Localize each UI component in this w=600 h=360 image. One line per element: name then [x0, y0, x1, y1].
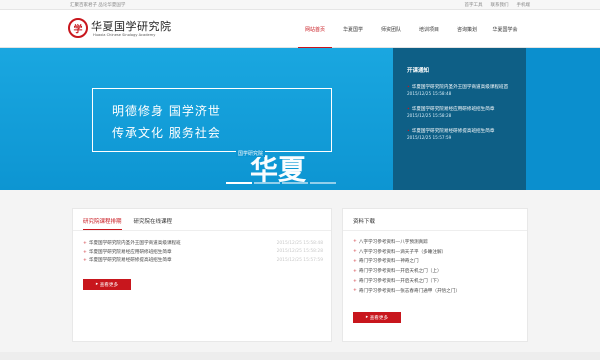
- course-tabs: 研究院课程排期 研究院在线课程: [83, 217, 172, 230]
- item-title: 八字学习参考资料—八字预测真踪: [358, 239, 428, 245]
- nav-training[interactable]: 培训项目: [410, 10, 448, 48]
- item-title: 奇门学习参考资料—神奇之门: [358, 259, 419, 265]
- notice-item[interactable]: • 华夏国学研究院易经应用研修班招生简章 2015/12/25 15:58:28: [407, 106, 512, 119]
- nav-faculty[interactable]: 师资团队: [372, 10, 410, 48]
- site-logo[interactable]: 学 华夏国学研究院 Huaxia Chinese Sinology Academ…: [68, 16, 188, 42]
- list-item[interactable]: + 奇门学习参考资料—开启天机之门（上）: [353, 266, 519, 276]
- bullet-icon: +: [83, 258, 87, 264]
- top-slogan: 汇聚百家君子 品论华夏国学: [70, 3, 126, 8]
- logo-title: 华夏国学研究院: [91, 20, 172, 33]
- hero-slogan-line1: 明德修身 国学济世: [112, 104, 221, 118]
- item-title: 华夏国学研究院易经应用研修班招生简章: [88, 249, 172, 255]
- tab-online-courses[interactable]: 研究院在线课程: [134, 217, 173, 230]
- notice-date: 2015/12/25 15:58:28: [407, 113, 452, 118]
- nav-sinology[interactable]: 华夏国学: [334, 10, 372, 48]
- bullet-icon: •: [407, 129, 410, 134]
- hero-slide[interactable]: 明德修身 国学济世 传承文化 服务社会 华夏 国学研究院: [0, 48, 393, 190]
- item-title: 华夏国学研究院内圣外王国学商道高级课程班: [88, 241, 181, 247]
- list-item[interactable]: + 奇门学习参考资料—张志春奇门通甲（开悟之门）: [353, 286, 519, 296]
- slider-indicators: [226, 182, 336, 184]
- main-nav: 网站首页 华夏国学 师资团队 培训项目 咨询策划 华夏国学会: [296, 10, 524, 49]
- bullet-icon: +: [353, 288, 357, 294]
- list-item[interactable]: + 华夏国学研究院易经应用研修班招生简章 2015/12/25 15:58:28: [83, 248, 323, 257]
- notice-text: 华夏国学研究院内圣外王国学商道高级课程班首: [411, 85, 509, 90]
- item-title: 奇门学习参考资料—开启天机之门（下）: [358, 279, 442, 285]
- list-item[interactable]: + 华夏国学研究院内圣外王国学商道高级课程班 2015/12/25 15:58:4…: [83, 239, 323, 248]
- notice-text: 华夏国学研究院易经应用研修班招生简章: [411, 107, 495, 112]
- notice-date: 2015/12/25 15:58:48: [407, 91, 452, 96]
- slide-dot-2[interactable]: [254, 182, 280, 184]
- view-more-button[interactable]: ▸ 查看更多: [83, 279, 131, 290]
- item-date: 2015/12/25 15:57:59: [276, 257, 323, 263]
- top-link-contact[interactable]: 联系我们: [491, 2, 509, 8]
- notice-panel: 开课通知 • 华夏国学研究院内圣外王国学商道高级课程班首 2015/12/25 1…: [393, 48, 526, 190]
- item-title: 八字学习参考资料—滴天子平（多睡注解）: [358, 249, 447, 255]
- downloads-panel: 资料下载 + 八字学习参考资料—八字预测真踪 + 八字学习参考资料—滴天子平（多睡注…: [342, 208, 528, 342]
- downloads-title: 资料下载: [353, 219, 376, 225]
- item-title: 奇门学习参考资料—张志春奇门通甲（开悟之门）: [358, 288, 460, 294]
- divider: [343, 230, 527, 231]
- header: 学 华夏国学研究院 Huaxia Chinese Sinology Academ…: [0, 10, 600, 49]
- list-item[interactable]: + 奇门学习参考资料—开启天机之门（下）: [353, 276, 519, 286]
- item-date: 2015/12/25 15:58:48: [276, 240, 323, 246]
- seal-logo-icon: 学: [68, 18, 88, 38]
- bullet-icon: +: [353, 278, 357, 284]
- bullet-icon: •: [407, 107, 410, 112]
- nav-consulting[interactable]: 咨询策划: [448, 10, 486, 48]
- bullet-icon: +: [353, 268, 357, 274]
- tab-course-schedule[interactable]: 研究院课程排期: [83, 217, 122, 230]
- view-more-label: 查看更多: [369, 315, 389, 321]
- hero-tag: 国学研究院: [236, 150, 266, 157]
- banner-fill: [526, 48, 600, 190]
- bullet-icon: +: [353, 258, 357, 264]
- top-link-mobile[interactable]: 手机端: [517, 2, 531, 8]
- slide-dot-1[interactable]: [226, 182, 252, 184]
- top-links: 首字工具 联系我们 手机端: [465, 2, 531, 8]
- course-panel: 研究院课程排期 研究院在线课程 + 华夏国学研究院内圣外王国学商道高级课程班 20…: [72, 208, 332, 342]
- bullet-icon: +: [353, 239, 357, 245]
- list-item[interactable]: + 八字学习参考资料—滴天子平（多睡注解）: [353, 247, 519, 257]
- notice-date: 2015/12/25 15:57:59: [407, 135, 452, 140]
- notice-text: 华夏国学研究院易经研修提高班招生简章: [411, 129, 495, 134]
- item-date: 2015/12/25 15:58:28: [276, 249, 323, 255]
- downloads-list: + 八字学习参考资料—八字预测真踪 + 八字学习参考资料—滴天子平（多睡注解） + 奇…: [353, 237, 519, 296]
- list-item[interactable]: + 华夏国学研究院易经研修提高班招生简章 2015/12/25 15:57:59: [83, 256, 323, 265]
- bullet-icon: +: [83, 249, 87, 255]
- nav-home[interactable]: 网站首页: [296, 10, 334, 49]
- list-item[interactable]: + 奇门学习参考资料—神奇之门: [353, 257, 519, 267]
- nav-society[interactable]: 华夏国学会: [486, 10, 524, 48]
- top-link-tools[interactable]: 首字工具: [465, 2, 483, 8]
- view-more-button[interactable]: ▸ 查看更多: [353, 312, 401, 323]
- item-title: 华夏国学研究院易经研修提高班招生简章: [88, 258, 172, 264]
- course-list: + 华夏国学研究院内圣外王国学商道高级课程班 2015/12/25 15:58:4…: [83, 239, 323, 265]
- notice-item[interactable]: • 华夏国学研究院易经研修提高班招生简章 2015/12/25 15:57:59: [407, 128, 512, 141]
- notice-title: 开课通知: [407, 68, 430, 74]
- hero-banner: 明德修身 国学济世 传承文化 服务社会 华夏 国学研究院 开课通知 • 华夏国学研…: [0, 48, 600, 190]
- view-more-label: 查看更多: [99, 282, 119, 288]
- logo-subtitle: Huaxia Chinese Sinology Academy: [93, 33, 156, 37]
- list-item[interactable]: + 八字学习参考资料—八字预测真踪: [353, 237, 519, 247]
- slide-dot-4[interactable]: [310, 182, 336, 184]
- footer-strip: [0, 352, 600, 360]
- hero-slogan-line2: 传承文化 服务社会: [112, 126, 221, 140]
- slide-dot-3[interactable]: [282, 182, 308, 184]
- bullet-icon: •: [407, 85, 410, 90]
- notice-item[interactable]: • 华夏国学研究院内圣外王国学商道高级课程班首 2015/12/25 15:58:…: [407, 84, 512, 97]
- top-bar: 汇聚百家君子 品论华夏国学 首字工具 联系我们 手机端: [0, 0, 600, 10]
- divider: [73, 230, 331, 231]
- item-title: 奇门学习参考资料—开启天机之门（上）: [358, 269, 442, 275]
- bullet-icon: +: [353, 249, 357, 255]
- bullet-icon: +: [83, 241, 87, 247]
- slogan-frame: [92, 88, 332, 152]
